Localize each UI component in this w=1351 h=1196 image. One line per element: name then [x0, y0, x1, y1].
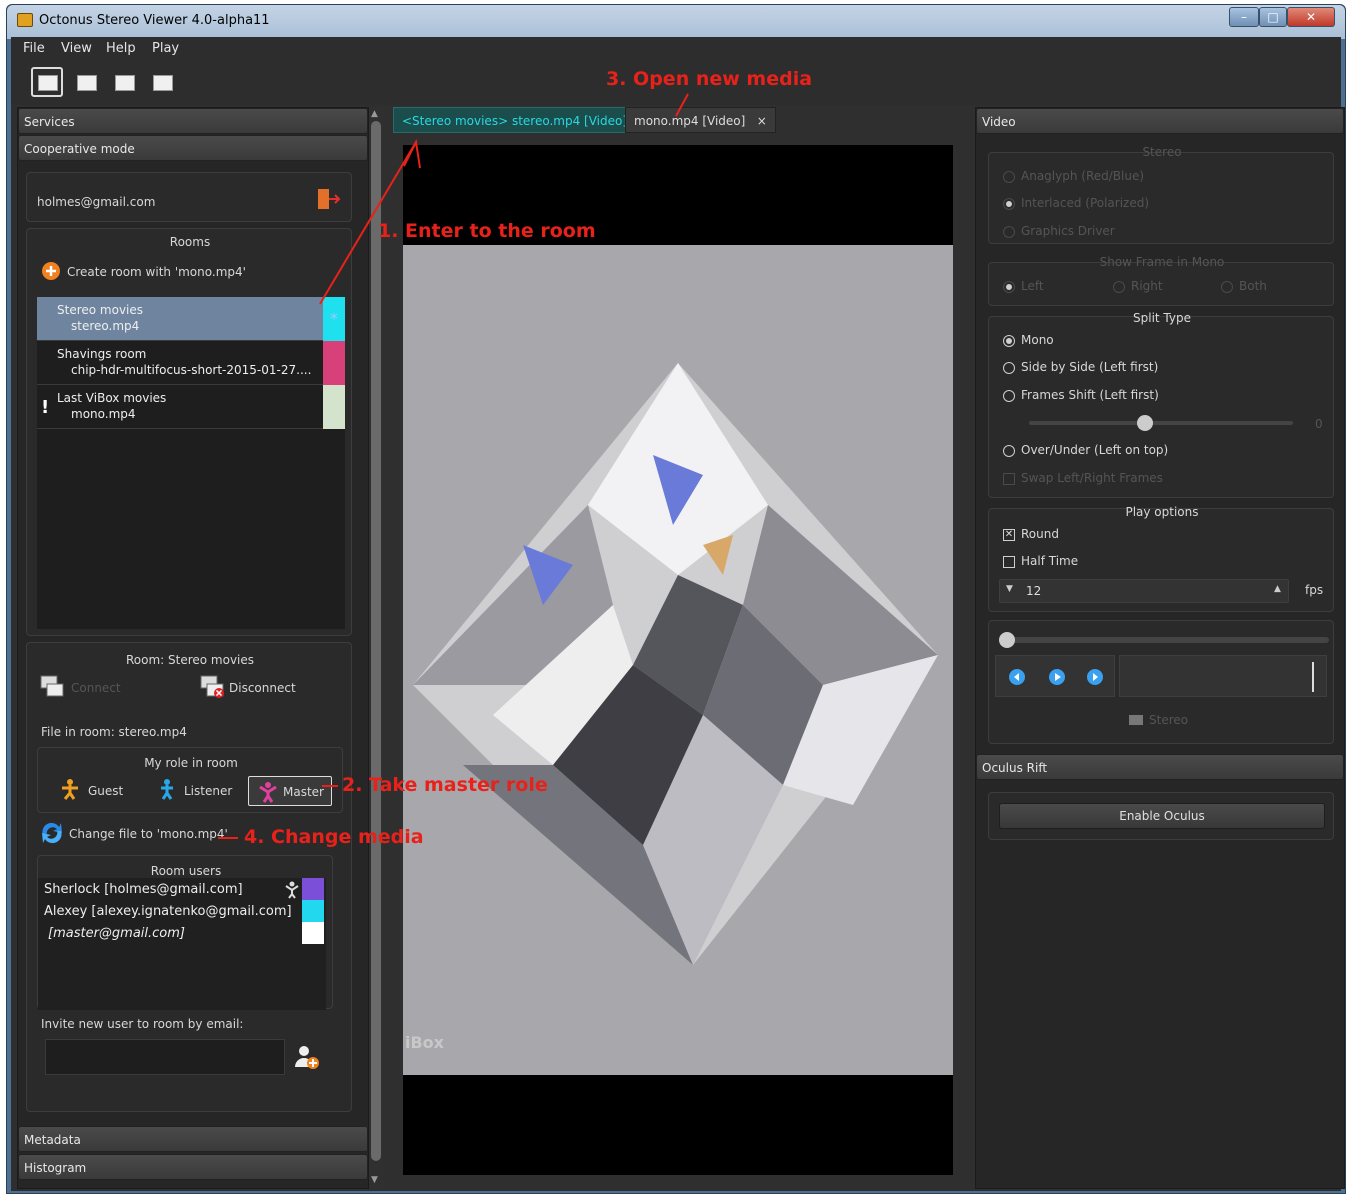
annotation-3: 3. Open new media	[606, 68, 813, 90]
annotation-4: 4. Change media	[244, 826, 424, 848]
annotation-2: 2. Take master role	[342, 774, 548, 796]
annotation-1: 1. Enter to the room	[378, 220, 596, 242]
annotation-arrows	[218, 93, 689, 839]
